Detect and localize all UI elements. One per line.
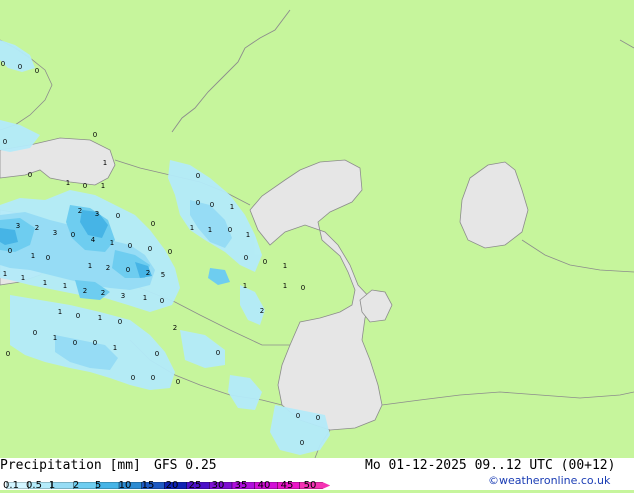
precip-value-label: 1 [3, 270, 7, 278]
legend-label: 5 [94, 480, 102, 491]
precip-value-label: 0 [128, 242, 132, 250]
precip-value-label: 2 [146, 269, 150, 277]
product-title: Precipitation [mm] [0, 458, 141, 473]
precip-value-label: 0 [28, 171, 32, 179]
legend-label: 40 [257, 480, 271, 491]
precip-value-label: 0 [126, 266, 130, 274]
copyright-link[interactable]: ©weatheronline.co.uk [488, 474, 610, 487]
precip-value-label: 0 [3, 138, 7, 146]
precip-value-label: 0 [116, 212, 120, 220]
precip-value-label: 0 [8, 247, 12, 255]
precip-value-label: 0 [176, 378, 180, 386]
legend-label: 0.1 [3, 480, 19, 491]
precip-value-label: 2 [35, 224, 39, 232]
precip-value-label: 3 [16, 222, 20, 230]
precip-value-label: 0 [148, 245, 152, 253]
valid-datetime: Mo 01-12-2025 09..12 UTC (00+12) [365, 458, 616, 473]
legend-label: 25 [188, 480, 202, 491]
colorbar-arrow [322, 482, 331, 489]
precip-value-label: 1 [113, 344, 117, 352]
precip-value-label: 2 [83, 287, 87, 295]
precip-value-label: 1 [31, 252, 35, 260]
precip-value-label: 1 [243, 282, 247, 290]
precip-value-label: 0 [300, 439, 304, 447]
precip-value-label: 1 [98, 314, 102, 322]
precip-value-label: 0 [131, 374, 135, 382]
precip-value-label: 2 [78, 207, 82, 215]
precip-value-label: 0 [83, 182, 87, 190]
precip-value-label: 0 [155, 350, 159, 358]
precip-value-label: 3 [95, 210, 99, 218]
precip-value-label: 2 [260, 307, 264, 315]
precip-value-label: 0 [71, 231, 75, 239]
model-name: GFS 0.25 [154, 458, 217, 473]
footer: Precipitation [mm] GFS 0.25 Mo 01-12-202… [0, 458, 634, 491]
legend-label: 0.5 [26, 480, 42, 491]
precip-value-label: 0 [73, 339, 77, 347]
precip-value-label: 3 [121, 292, 125, 300]
precip-value-label: 0 [168, 248, 172, 256]
precip-value-label: 4 [91, 236, 96, 244]
precip-value-label: 5 [161, 271, 165, 279]
legend-label: 10 [118, 480, 132, 491]
precip-value-label: 0 [35, 67, 39, 75]
precip-value-label: 0 [160, 297, 164, 305]
precip-value-label: 0 [216, 349, 220, 357]
precip-value-label: 1 [208, 226, 212, 234]
precip-value-label: 1 [63, 282, 67, 290]
precip-value-label: 0 [196, 199, 200, 207]
precip-value-label: 1 [103, 159, 107, 167]
precip-value-label: 0 [93, 131, 97, 139]
precip-value-label: 0 [210, 201, 214, 209]
precip-value-label: 0 [1, 60, 5, 68]
legend-label: 35 [234, 480, 248, 491]
precip-value-label: 0 [76, 312, 80, 320]
precip-value-label: 1 [58, 308, 62, 316]
precip-value-label: 0 [46, 254, 50, 262]
precip-value-label: 2 [173, 324, 177, 332]
precip-value-label: 0 [6, 350, 10, 358]
legend-label: 1 [48, 480, 56, 491]
precip-value-label: 0 [263, 258, 267, 266]
precip-value-label: 0 [244, 254, 248, 262]
legend-label: 15 [141, 480, 155, 491]
precip-value-label: 2 [106, 264, 110, 272]
legend-label: 20 [165, 480, 179, 491]
precip-value-label: 0 [296, 412, 300, 420]
precip-value-label: 0 [301, 284, 305, 292]
precip-value-label: 1 [283, 282, 287, 290]
precip-value-label: 0 [18, 63, 22, 71]
precip-value-label: 1 [101, 182, 105, 190]
precip-value-label: 0 [118, 318, 122, 326]
precip-value-label: 1 [143, 294, 147, 302]
precip-value-label: 0 [151, 220, 155, 228]
precip-value-label: 1 [190, 224, 194, 232]
legend-label: 50 [303, 480, 317, 491]
precip-value-label: 2 [101, 289, 105, 297]
precip-value-label: 0 [228, 226, 232, 234]
legend-label: 45 [280, 480, 294, 491]
legend-label: 2 [72, 480, 80, 491]
precip-value-label: 1 [53, 334, 57, 342]
precip-value-label: 1 [246, 231, 250, 239]
precip-value-label: 1 [21, 274, 25, 282]
precip-value-label: 1 [66, 179, 70, 187]
precip-value-label: 0 [93, 339, 97, 347]
precip-value-label: 0 [196, 172, 200, 180]
precip-value-label: 1 [43, 279, 47, 287]
precip-value-label: 0 [316, 414, 320, 422]
precip-value-label: 1 [88, 262, 92, 270]
precip-value-label: 1 [230, 203, 234, 211]
precip-value-label: 1 [110, 239, 114, 247]
precip-value-label: 0 [33, 329, 37, 337]
precip-value-label: 1 [283, 262, 287, 270]
precip-value-label: 0 [151, 374, 155, 382]
precipitation-map: 0 0 0 0 0 1 0 1 0 1 2 3 0 0 0 0 0 0 1 1 1 0 1 3 2 3 0 4 1 0 0 0 1 0 1 2 0 2 5 1… [0, 0, 634, 459]
precip-value-label: 3 [53, 229, 57, 237]
legend-label: 30 [211, 480, 225, 491]
